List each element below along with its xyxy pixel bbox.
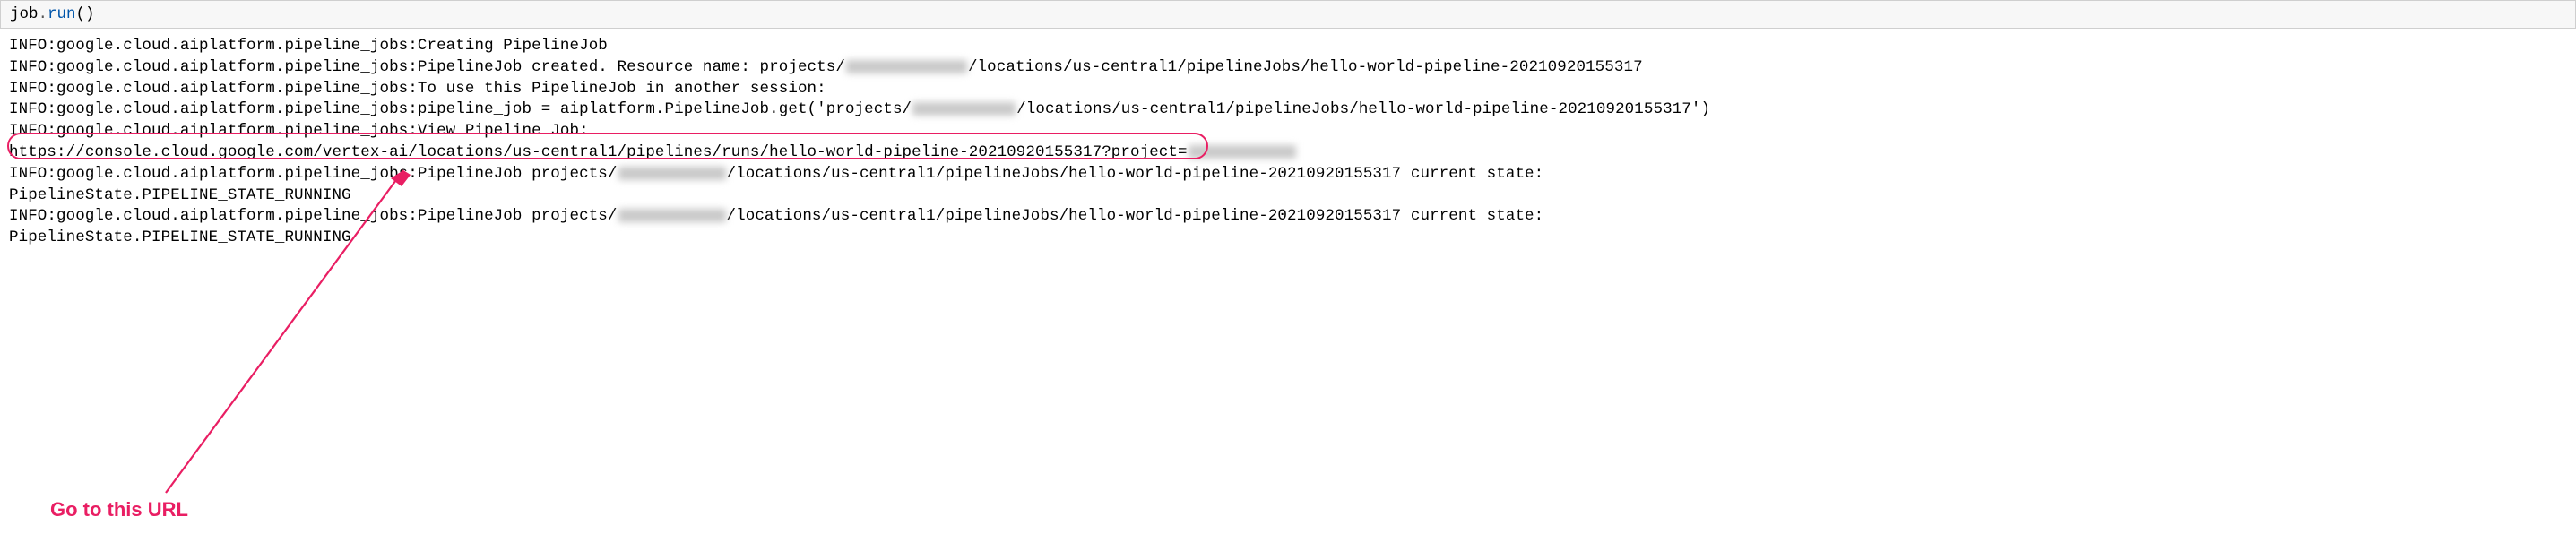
log-line: /locations/us-central1/pipelineJobs/hell… [727,207,1544,225]
log-line: INFO:google.cloud.aiplatform.pipeline_jo… [9,58,845,76]
annotation-label: Go to this URL [50,498,188,521]
log-line: INFO:google.cloud.aiplatform.pipeline_jo… [9,122,589,140]
redacted-project-id [912,102,1016,116]
log-line: /locations/us-central1/pipelineJobs/hell… [727,165,1544,183]
log-line: INFO:google.cloud.aiplatform.pipeline_jo… [9,100,912,118]
log-line: PipelineState.PIPELINE_STATE_RUNNING [9,228,351,246]
log-line: /locations/us-central1/pipelineJobs/hell… [968,58,1643,76]
redacted-project-id [618,167,726,180]
log-line: INFO:google.cloud.aiplatform.pipeline_jo… [9,37,608,55]
log-line: INFO:google.cloud.aiplatform.pipeline_jo… [9,207,618,225]
log-line: /locations/us-central1/pipelineJobs/hell… [1016,100,1710,118]
code-method: run [48,5,76,23]
log-line: INFO:google.cloud.aiplatform.pipeline_jo… [9,80,826,98]
output-block: INFO:google.cloud.aiplatform.pipeline_jo… [0,32,2576,253]
code-object: job [10,5,39,23]
code-input-cell: job.run() [0,0,2576,29]
code-parens: () [76,5,95,23]
log-line: PipelineState.PIPELINE_STATE_RUNNING [9,186,351,204]
redacted-project-id [618,209,726,222]
log-line: INFO:google.cloud.aiplatform.pipeline_jo… [9,165,618,183]
code-dot: . [39,5,48,23]
log-url: https://console.cloud.google.com/vertex-… [9,143,1188,161]
redacted-project-id [846,60,967,73]
redacted-project-id [1189,145,1296,159]
